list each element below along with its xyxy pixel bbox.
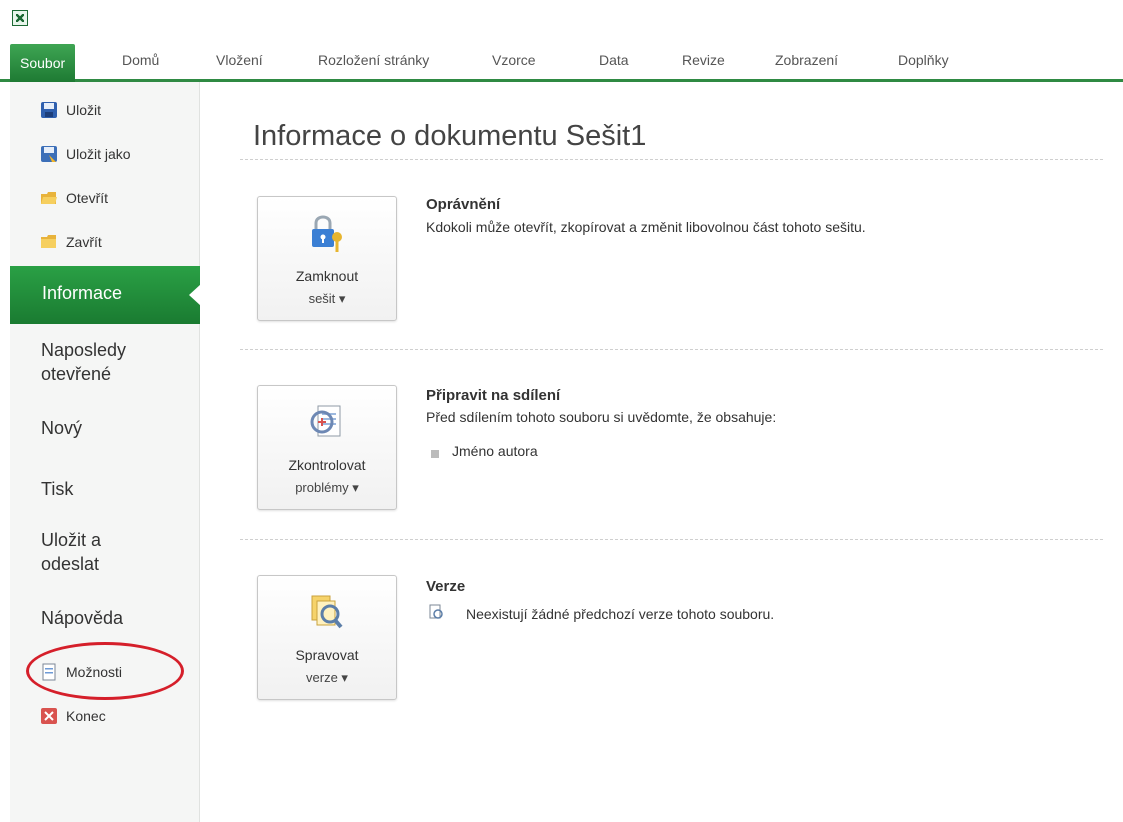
sidebar-item-label: Informace	[42, 283, 123, 303]
sidebar-item-label: Zavřít	[66, 234, 102, 250]
divider	[240, 539, 1103, 540]
excel-icon	[12, 10, 28, 26]
sidebar-item-label: Otevřít	[66, 190, 109, 206]
ribbon-tabs: Soubor Domů Vložení Rozložení stránky Vz…	[0, 38, 1123, 82]
sidebar-item-label: Uložit jako	[66, 146, 131, 162]
sidebar-item-save-send[interactable]: Uložit a odeslat	[41, 528, 131, 576]
section-title: Oprávnění	[426, 196, 501, 213]
section-title: Verze	[426, 578, 466, 595]
page-title: Informace o dokumentu Sešit1	[253, 120, 647, 152]
version-document-icon	[429, 604, 443, 619]
lock-key-icon	[312, 215, 342, 252]
tab-zobrazeni[interactable]: Zobrazení	[775, 48, 838, 82]
button-label: Spravovat	[295, 647, 359, 663]
tab-rozlozeni-stranky[interactable]: Rozložení stránky	[318, 48, 429, 82]
button-label: verze ▾	[306, 670, 348, 685]
check-problems-button[interactable]: Zkontrolovat problémy ▾	[257, 385, 397, 510]
inspect-document-icon	[310, 405, 341, 437]
sidebar-item-print[interactable]: Tisk	[41, 477, 73, 501]
tab-vlozeni[interactable]: Vložení	[216, 48, 263, 82]
tab-vzorce[interactable]: Vzorce	[492, 48, 536, 82]
sidebar-item-new[interactable]: Nový	[41, 416, 82, 440]
sidebar-item-label: Uložit	[66, 102, 102, 118]
save-as-icon	[41, 146, 57, 162]
divider	[240, 349, 1103, 350]
open-folder-icon	[41, 192, 57, 204]
tab-revize[interactable]: Revize	[682, 48, 725, 82]
bullet-marker	[431, 450, 439, 458]
tab-doplnky[interactable]: Doplňky	[898, 48, 949, 82]
tab-soubor[interactable]: Soubor	[10, 44, 76, 82]
title-bar	[0, 0, 1123, 36]
save-icon	[41, 102, 57, 118]
highlight-ellipse	[26, 642, 184, 700]
manage-versions-button[interactable]: Spravovat verze ▾	[257, 575, 397, 700]
section-title: Připravit na sdílení	[426, 387, 561, 404]
bullet-text: Jméno autora	[452, 443, 538, 459]
button-label: problémy ▾	[295, 480, 359, 495]
section-text: Neexistují žádné předchozí verze tohoto …	[466, 606, 775, 622]
sidebar-item-recent[interactable]: Naposledy otevřené	[41, 338, 161, 386]
exit-icon	[41, 708, 57, 724]
backstage-sidebar: Uložit Uložit jako Otevřít Zavřít Inform…	[10, 82, 201, 822]
button-label: Zkontrolovat	[288, 457, 366, 473]
section-text: Před sdílením tohoto souboru si uvědomte…	[426, 409, 777, 425]
close-folder-icon	[41, 235, 56, 248]
sidebar-item-label: Konec	[66, 708, 106, 724]
tab-data[interactable]: Data	[599, 48, 629, 82]
lock-workbook-button[interactable]: Zamknout sešit ▾	[257, 196, 397, 321]
button-label: sešit ▾	[308, 291, 346, 306]
sidebar-item-help[interactable]: Nápověda	[41, 606, 123, 630]
sidebar-item-informace[interactable]: Informace	[10, 266, 201, 324]
button-label: Zamknout	[295, 268, 359, 284]
versions-icon	[311, 595, 343, 629]
divider	[240, 159, 1103, 160]
section-text: Kdokoli může otevřít, zkopírovat a změni…	[426, 219, 866, 235]
tab-domu[interactable]: Domů	[122, 48, 159, 82]
